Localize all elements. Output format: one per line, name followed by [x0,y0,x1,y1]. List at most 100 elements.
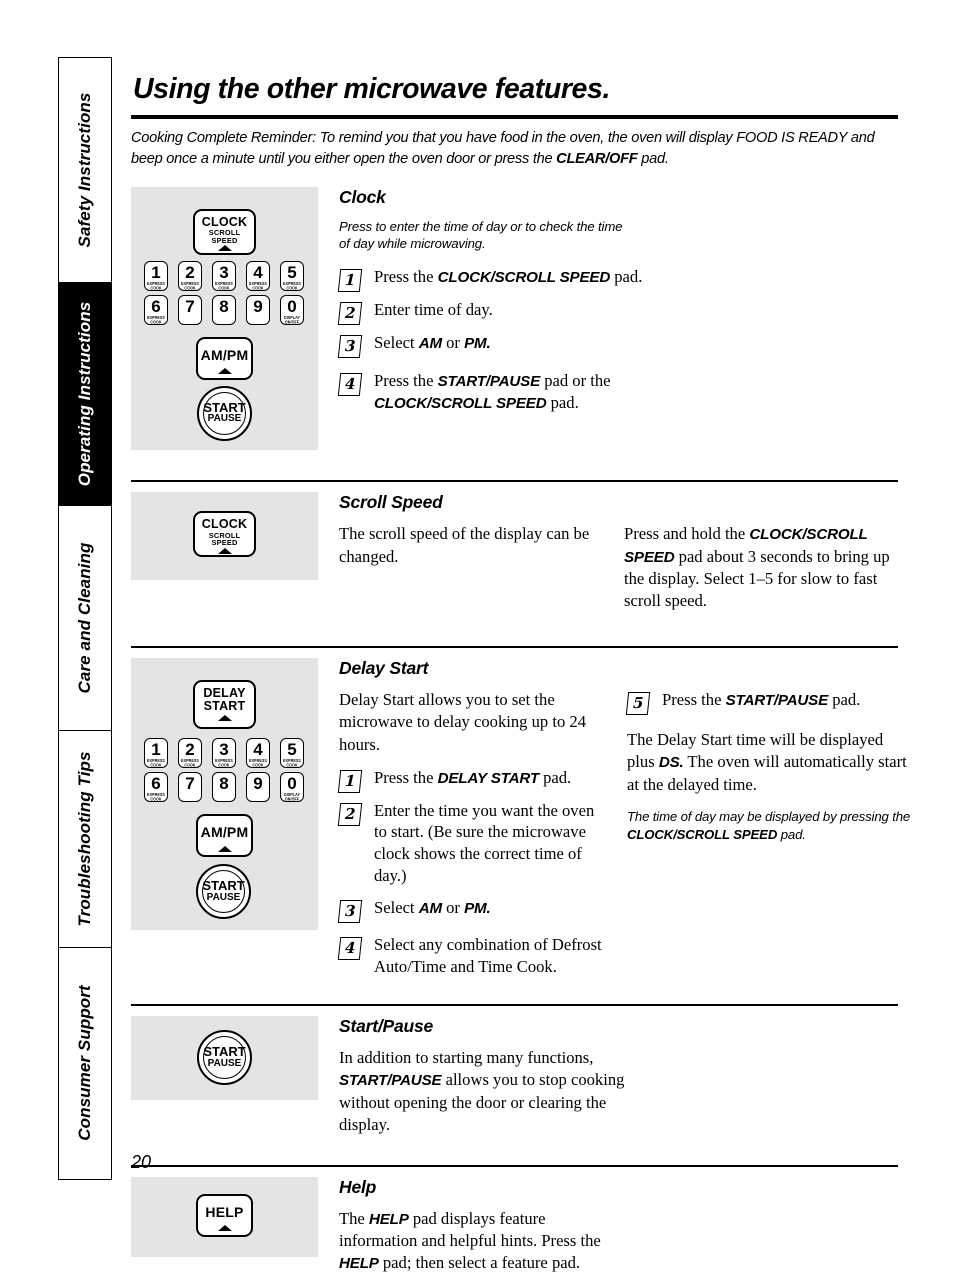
pad-label-line1: START [202,878,245,894]
step-item: 3 Select AM or PM. [337,332,914,358]
keypad-6[interactable]: 6 EXPRESS COOK [144,294,168,325]
sidebar-tab-label: Care and Cleaning [75,542,94,694]
start-pause-pad[interactable]: START PAUSE [197,385,252,441]
pad-label-line1: CLOCK [201,517,248,532]
section-divider [131,1004,898,1006]
caption-line-1: Press to enter the time of day or to che… [339,218,623,234]
start-pause-pad[interactable]: START PAUSE [197,1029,252,1085]
sidebar-tab-operating-instructions[interactable]: Operating Instructions [59,283,111,506]
keypad-digit: 8 [219,296,229,316]
section-clock: CLOCK SCROLL SPEED 1 EXPRESS COOK 2 EXPRES… [131,186,914,450]
pad-label-line1: START [203,399,246,415]
up-triangle-icon [217,548,232,555]
intro-line-2a: beep once a minute until you either open… [131,151,557,168]
step-item: 2 Enter time of day. [337,299,914,325]
step-number: 4 [337,372,363,396]
up-triangle-icon [217,245,232,252]
keypad-digit: 2 [185,262,195,282]
sidebar-tab-consumer-support[interactable]: Consumer Support [59,948,111,1178]
step-item: 3 Select AM or PM. [337,897,607,924]
keypad-digit: 6 [151,296,161,316]
keypad-digit: 4 [253,262,263,282]
keypad-7[interactable]: 7 [178,772,202,803]
start-pause-text: In addition to starting many functions, … [339,1047,625,1134]
keypad-sublabel: DISPLAY ON/OFF [284,792,300,802]
pad-label-line2: SCROLL SPEED [208,530,241,548]
step-text: Select any combination of Defrost Auto/T… [374,935,602,976]
keypad-9[interactable]: 9 [246,772,270,803]
keypad-digit: 1 [151,262,161,282]
section-heading: Delay Start [339,658,429,679]
keypad-3[interactable]: 3 EXPRESS COOK [212,738,236,769]
delay-start-control-panel-art: DELAY START 1 EXPRESS COOK 2 EXPRESS COOK … [131,658,318,931]
keypad-4[interactable]: 4 EXPRESS COOK [246,260,270,291]
section-divider [131,479,898,483]
keypad-2[interactable]: 2 EXPRESS COOK [178,260,202,291]
section-help: HELP Help The HELP pad displays feature … [131,1164,914,1286]
start-pause-control-panel-art: START PAUSE [131,1015,318,1100]
keypad-8[interactable]: 8 [212,772,236,803]
am-pm-pad[interactable]: AM/PM [196,814,253,858]
section-divider [131,1164,898,1167]
step-item: 4 Select any combination of Defrost Auto… [337,934,607,977]
keypad-9[interactable]: 9 [246,294,270,325]
keypad-0[interactable]: 0 DISPLAY ON/OFF [280,772,304,803]
pad-label-line1: AM/PM [200,824,249,841]
help-pad[interactable]: HELP [196,1193,253,1237]
keypad-7[interactable]: 7 [178,294,202,325]
keypad-digit: 4 [253,740,263,760]
scroll-speed-instructions: Scroll Speed The scroll speed of the dis… [318,492,914,623]
up-triangle-icon [217,845,232,852]
keypad-sublabel: EXPRESS COOK [147,758,165,768]
keypad-digit: 1 [151,740,161,760]
clock-caption: Press to enter the time of day or to che… [339,218,914,253]
intro-line-1: Cooking Complete Reminder: To remind you… [131,130,875,147]
keypad-digit: 3 [219,740,229,760]
step-number: 2 [337,301,363,325]
section-heading: Scroll Speed [339,492,443,513]
intro-bold-clear-off: CLEAR/OFF [556,151,638,168]
sidebar-tab-care-and-cleaning[interactable]: Care and Cleaning [59,506,111,731]
keypad-digit: 9 [253,774,263,794]
step-number: 1 [337,268,363,292]
keypad-3[interactable]: 3 EXPRESS COOK [212,260,236,291]
sidebar-tab-troubleshooting-tips[interactable]: Troubleshooting Tips [59,731,111,948]
step-text: Enter the time you want the oven to star… [374,800,595,885]
keypad-1[interactable]: 1 EXPRESS COOK [144,738,168,769]
am-pm-pad[interactable]: AM/PM [196,336,253,380]
keypad-digit: 6 [151,774,161,794]
start-pause-pad[interactable]: START PAUSE [196,864,251,920]
keypad-digit: 3 [219,262,229,282]
sidebar-tab-label: Safety Instructions [75,92,94,248]
section-delay-start: DELAY START 1 EXPRESS COOK 2 EXPRESS COOK … [131,645,914,985]
sidebar-tab-label: Operating Instructions [75,301,94,487]
clock-scroll-speed-pad[interactable]: CLOCK SCROLL SPEED [193,208,256,255]
help-instructions: Help The HELP pad displays feature infor… [318,1177,914,1286]
pad-label-line2: PAUSE [207,1057,242,1069]
page-number: 20 [131,1152,152,1172]
keypad-digit: 0 [287,774,297,794]
keypad-6[interactable]: 6 EXPRESS COOK [144,772,168,803]
step-text: Press the START/PAUSE pad or the CLOCK/S… [374,370,611,412]
sidebar-tab-safety-instructions[interactable]: Safety Instructions [59,58,111,283]
keypad-digit: 7 [185,296,195,316]
clock-scroll-speed-pad[interactable]: CLOCK SCROLL SPEED [193,511,256,558]
keypad-2[interactable]: 2 EXPRESS COOK [178,738,202,769]
section-divider [131,645,898,649]
keypad-5[interactable]: 5 EXPRESS COOK [280,738,304,769]
pad-label-line1: HELP [205,1203,244,1220]
keypad-1[interactable]: 1 EXPRESS COOK [144,260,168,291]
keypad-4[interactable]: 4 EXPRESS COOK [246,738,270,769]
pad-label-line2: PAUSE [207,413,242,425]
keypad-8[interactable]: 8 [212,294,236,325]
pad-label-line1: START [203,1043,246,1059]
keypad-5[interactable]: 5 EXPRESS COOK [280,260,304,291]
keypad-digit: 9 [253,296,263,316]
keypad-sublabel: EXPRESS COOK [283,758,301,768]
delay-start-pad[interactable]: DELAY START [193,680,256,730]
keypad-sublabel: EXPRESS COOK [249,281,267,291]
keypad-sublabel: EXPRESS COOK [283,281,301,291]
step-number: 4 [337,937,363,961]
keypad-0[interactable]: 0 DISPLAY ON/OFF [280,294,304,325]
keypad-sublabel: EXPRESS COOK [147,281,165,291]
